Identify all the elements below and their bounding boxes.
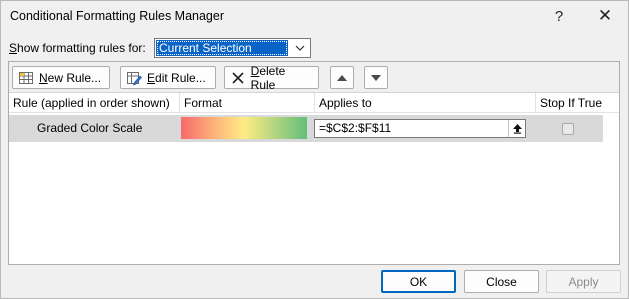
- dialog-window: Conditional Formatting Rules Manager ? ✕…: [0, 0, 629, 299]
- rules-toolbar: New Rule... Edit Rule... Delete Rule: [9, 62, 619, 93]
- title-bar: Conditional Formatting Rules Manager ? ✕: [1, 1, 628, 33]
- format-preview-color-scale: [181, 117, 307, 139]
- column-header-stop-if-true: Stop If True: [540, 96, 603, 110]
- help-icon: ?: [554, 7, 564, 25]
- arrow-down-icon: [371, 74, 381, 81]
- window-title: Conditional Formatting Rules Manager: [10, 9, 224, 23]
- show-for-dropdown[interactable]: Current Selection: [154, 38, 311, 58]
- close-icon: ✕: [597, 6, 613, 25]
- chevron-down-icon: [291, 40, 309, 56]
- delete-rule-button[interactable]: Delete Rule: [224, 63, 319, 92]
- help-button[interactable]: ?: [542, 4, 576, 28]
- collapse-range-button[interactable]: [508, 120, 525, 137]
- edit-rule-button[interactable]: Edit Rule...: [120, 66, 216, 89]
- rules-panel: New Rule... Edit Rule... Delete Rule Rul…: [8, 61, 620, 265]
- show-for-label: Show formatting rules for:: [9, 41, 146, 55]
- new-rule-label: New Rule...: [39, 70, 102, 85]
- close-window-button[interactable]: ✕: [588, 4, 622, 28]
- column-header-rule: Rule (applied in order shown): [9, 93, 180, 113]
- delete-rule-label: Delete Rule: [250, 63, 286, 92]
- move-down-button[interactable]: [364, 66, 388, 89]
- apply-button[interactable]: Apply: [546, 270, 621, 293]
- column-header-format: Format: [180, 93, 315, 113]
- ok-button[interactable]: OK: [381, 270, 456, 293]
- applies-to-input[interactable]: =$C$2:$F$11: [314, 119, 526, 138]
- rules-table-header: Rule (applied in order shown) Format App…: [9, 93, 619, 113]
- new-rule-icon: [18, 70, 34, 86]
- edit-rule-icon: [126, 70, 142, 86]
- rule-row[interactable]: Graded Color Scale =$C$2:$F$11: [9, 115, 603, 142]
- collapse-dialog-icon: [512, 124, 522, 134]
- show-for-selected-value: Current Selection: [156, 40, 288, 56]
- arrow-up-icon: [337, 74, 347, 81]
- stop-if-true-checkbox[interactable]: [562, 123, 574, 135]
- move-up-button[interactable]: [330, 66, 354, 89]
- close-button[interactable]: Close: [464, 270, 539, 293]
- column-header-applies-to: Applies to: [315, 93, 536, 113]
- new-rule-button[interactable]: New Rule...: [12, 66, 110, 89]
- rule-name: Graded Color Scale: [37, 121, 143, 135]
- delete-icon: [230, 70, 246, 86]
- edit-rule-label: Edit Rule...: [147, 70, 206, 85]
